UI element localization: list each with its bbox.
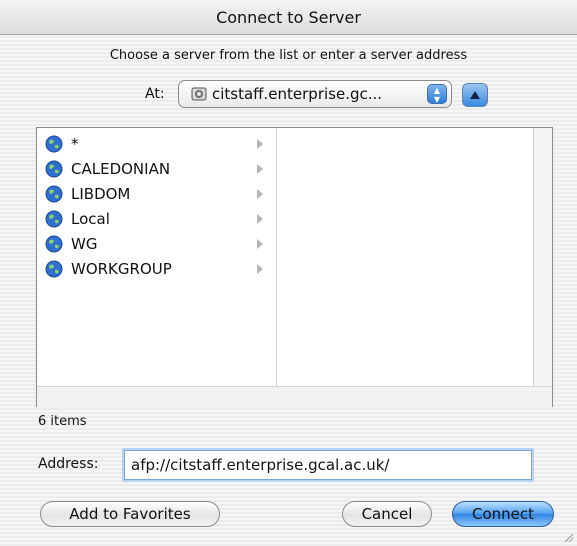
- resize-grip-icon[interactable]: [564, 533, 574, 543]
- popup-arrows-icon: ▲ ▼: [427, 84, 447, 104]
- server-location-popup[interactable]: citstaff.enterprise.gc... ▲ ▼: [178, 80, 452, 108]
- triangle-up-icon: [470, 91, 480, 99]
- list-item-label: LIBDOM: [71, 185, 131, 203]
- globe-icon: [45, 135, 63, 153]
- server-icon: [191, 87, 207, 101]
- item-count: 6 items: [38, 414, 87, 429]
- globe-icon: [45, 185, 63, 203]
- connect-to-server-window: Connect to Server Choose a server from t…: [0, 0, 577, 546]
- list-item[interactable]: Local: [37, 207, 276, 231]
- list-item[interactable]: CALEDONIAN: [37, 157, 276, 181]
- cancel-button[interactable]: Cancel: [342, 501, 432, 527]
- chevron-right-icon: [257, 164, 263, 174]
- chevron-right-icon: [257, 214, 263, 224]
- add-to-favorites-button[interactable]: Add to Favorites: [40, 501, 220, 527]
- globe-icon: [45, 260, 63, 278]
- browser-column-2[interactable]: [277, 128, 534, 386]
- chevron-right-icon: [257, 189, 263, 199]
- list-item[interactable]: WG: [37, 232, 276, 256]
- title-bar[interactable]: Connect to Server: [0, 0, 577, 35]
- list-item-label: WORKGROUP: [71, 260, 172, 278]
- instructions-text: Choose a server from the list or enter a…: [109, 48, 468, 63]
- window-title: Connect to Server: [216, 7, 361, 27]
- browser-column-3[interactable]: [534, 128, 552, 386]
- list-item[interactable]: LIBDOM: [37, 182, 276, 206]
- chevron-right-icon: [257, 239, 263, 249]
- list-item-label: CALEDONIAN: [71, 160, 171, 178]
- collapse-browser-button[interactable]: [462, 83, 488, 107]
- globe-icon: [45, 210, 63, 228]
- list-item-label: WG: [71, 235, 98, 253]
- globe-icon: [45, 160, 63, 178]
- list-item-label: Local: [71, 210, 110, 228]
- list-item[interactable]: *: [37, 132, 276, 156]
- address-field[interactable]: [124, 450, 532, 480]
- at-label: At:: [145, 86, 165, 102]
- address-label: Address:: [38, 456, 99, 472]
- chevron-right-icon: [257, 264, 263, 274]
- list-item[interactable]: WORKGROUP: [37, 257, 276, 281]
- chevron-right-icon: [257, 139, 263, 149]
- server-browser[interactable]: * CALEDONIAN LIBDOM Local WG WORKGROUP: [36, 127, 553, 407]
- horizontal-scrollbar[interactable]: [37, 386, 552, 407]
- list-item-label: *: [71, 135, 79, 153]
- connect-button[interactable]: Connect: [452, 501, 554, 527]
- browser-column-1[interactable]: * CALEDONIAN LIBDOM Local WG WORKGROUP: [37, 128, 277, 386]
- globe-icon: [45, 235, 63, 253]
- server-location-value: citstaff.enterprise.gc...: [212, 85, 383, 103]
